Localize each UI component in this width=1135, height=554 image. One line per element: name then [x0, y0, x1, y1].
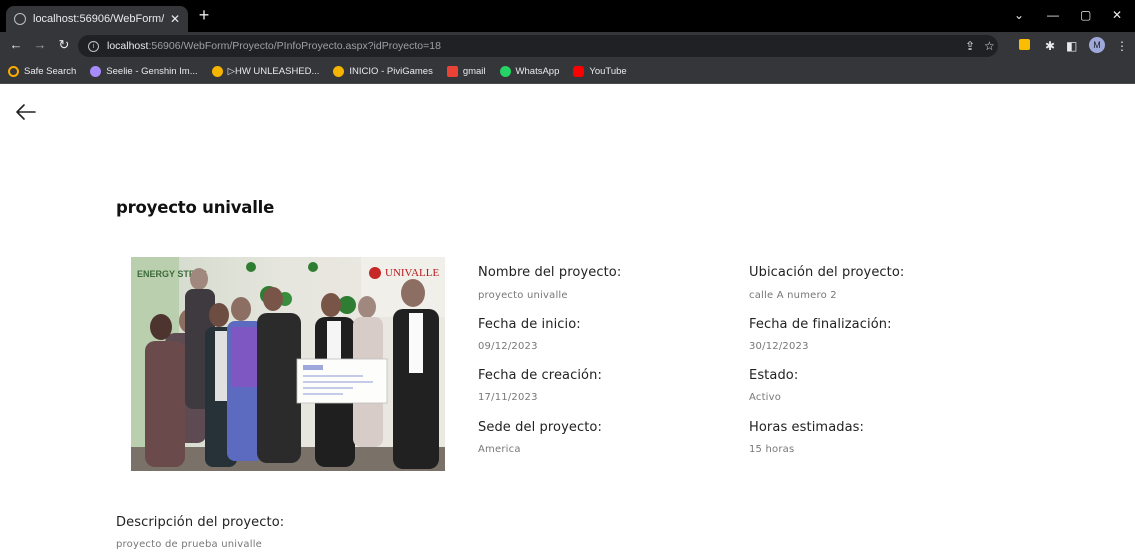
youtube-icon: [573, 66, 585, 77]
url-path: :56906/WebForm/Proyecto/PInfoProyecto.as…: [148, 40, 441, 52]
bookmark-gmail[interactable]: gmail: [446, 66, 486, 77]
label-fecha-inicio: Fecha de inicio:: [478, 317, 581, 332]
label-descripcion: Descripción del proyecto:: [116, 515, 285, 530]
browser-tab[interactable]: localhost:56906/WebForm/Proy ✕: [6, 6, 188, 32]
hw-unleashed-icon: [211, 66, 223, 77]
label-estado: Estado:: [749, 368, 799, 383]
browser-tab-bar: localhost:56906/WebForm/Proy ✕ + ⌄ — ▢ ✕: [0, 0, 1135, 32]
site-info-icon[interactable]: i: [88, 40, 99, 52]
value-estado: Activo: [749, 392, 782, 403]
label-sede: Sede del proyecto:: [478, 420, 602, 435]
value-fecha-fin: 30/12/2023: [749, 341, 809, 352]
minimize-icon[interactable]: —: [1047, 8, 1059, 22]
value-nombre: proyecto univalle: [478, 290, 568, 301]
tab-close-icon[interactable]: ✕: [170, 12, 180, 26]
label-fecha-fin: Fecha de finalización:: [749, 317, 892, 332]
extensions-icon[interactable]: ✱: [1045, 39, 1055, 53]
bookmark-safe-search[interactable]: Safe Search: [8, 66, 76, 77]
tab-search-icon[interactable]: ⌄: [1014, 8, 1024, 22]
share-icon[interactable]: ⇪: [965, 39, 975, 53]
label-ubicacion: Ubicación del proyecto:: [749, 265, 905, 280]
address-bar[interactable]: i localhost :56906/WebForm/Proyecto/PInf…: [78, 35, 998, 57]
seelie-icon: [90, 66, 102, 77]
tab-title: localhost:56906/WebForm/Proy: [33, 13, 164, 25]
label-fecha-creacion: Fecha de creación:: [478, 368, 602, 383]
url-host: localhost: [107, 40, 149, 52]
bookmarks-bar: Safe Search Seelie - Genshin Im... ▷HW U…: [0, 60, 1135, 84]
whatsapp-icon: [499, 66, 511, 77]
project-photo: UNIVALLE ENERGY STEPS: [131, 257, 445, 471]
value-horas: 15 horas: [749, 444, 795, 455]
bookmark-star-icon[interactable]: ☆: [984, 39, 995, 53]
new-tab-button[interactable]: +: [194, 6, 214, 26]
back-arrow-icon[interactable]: [14, 100, 38, 124]
profile-avatar[interactable]: M: [1089, 37, 1105, 53]
bookmark-whatsapp[interactable]: WhatsApp: [499, 66, 559, 77]
value-fecha-inicio: 09/12/2023: [478, 341, 538, 352]
page-title: proyecto univalle: [116, 198, 275, 217]
reload-icon[interactable]: ↻: [56, 37, 72, 53]
bookmark-youtube[interactable]: YouTube: [573, 66, 627, 77]
bookmark-hw-unleashed[interactable]: ▷HW UNLEASHED...: [211, 66, 319, 77]
value-fecha-creacion: 17/11/2023: [478, 392, 538, 403]
forward-nav-icon[interactable]: →: [32, 37, 48, 52]
value-ubicacion: calle A numero 2: [749, 290, 837, 301]
restore-icon[interactable]: ▢: [1080, 8, 1091, 22]
globe-icon: [14, 13, 26, 25]
value-descripcion: proyecto de prueba univalle: [116, 539, 263, 550]
label-nombre: Nombre del proyecto:: [478, 265, 622, 280]
side-panel-icon[interactable]: ◧: [1066, 39, 1077, 53]
close-window-icon[interactable]: ✕: [1112, 8, 1122, 22]
back-nav-icon[interactable]: ←: [8, 37, 24, 52]
menu-icon[interactable]: ⋮: [1116, 39, 1128, 53]
pivigames-icon: [333, 66, 345, 77]
photo-banner-text: UNIVALLE: [385, 267, 439, 279]
bookmark-pivigames[interactable]: INICIO - PiviGames: [333, 66, 433, 77]
extension-icon[interactable]: [1019, 39, 1030, 50]
browser-toolbar: ← → ↻ i localhost :56906/WebForm/Proyect…: [0, 32, 1135, 60]
bookmark-seelie[interactable]: Seelie - Genshin Im...: [90, 66, 198, 77]
value-sede: America: [478, 444, 521, 455]
gmail-icon: [446, 66, 458, 77]
label-horas: Horas estimadas:: [749, 420, 865, 435]
safe-search-icon: [8, 66, 19, 77]
